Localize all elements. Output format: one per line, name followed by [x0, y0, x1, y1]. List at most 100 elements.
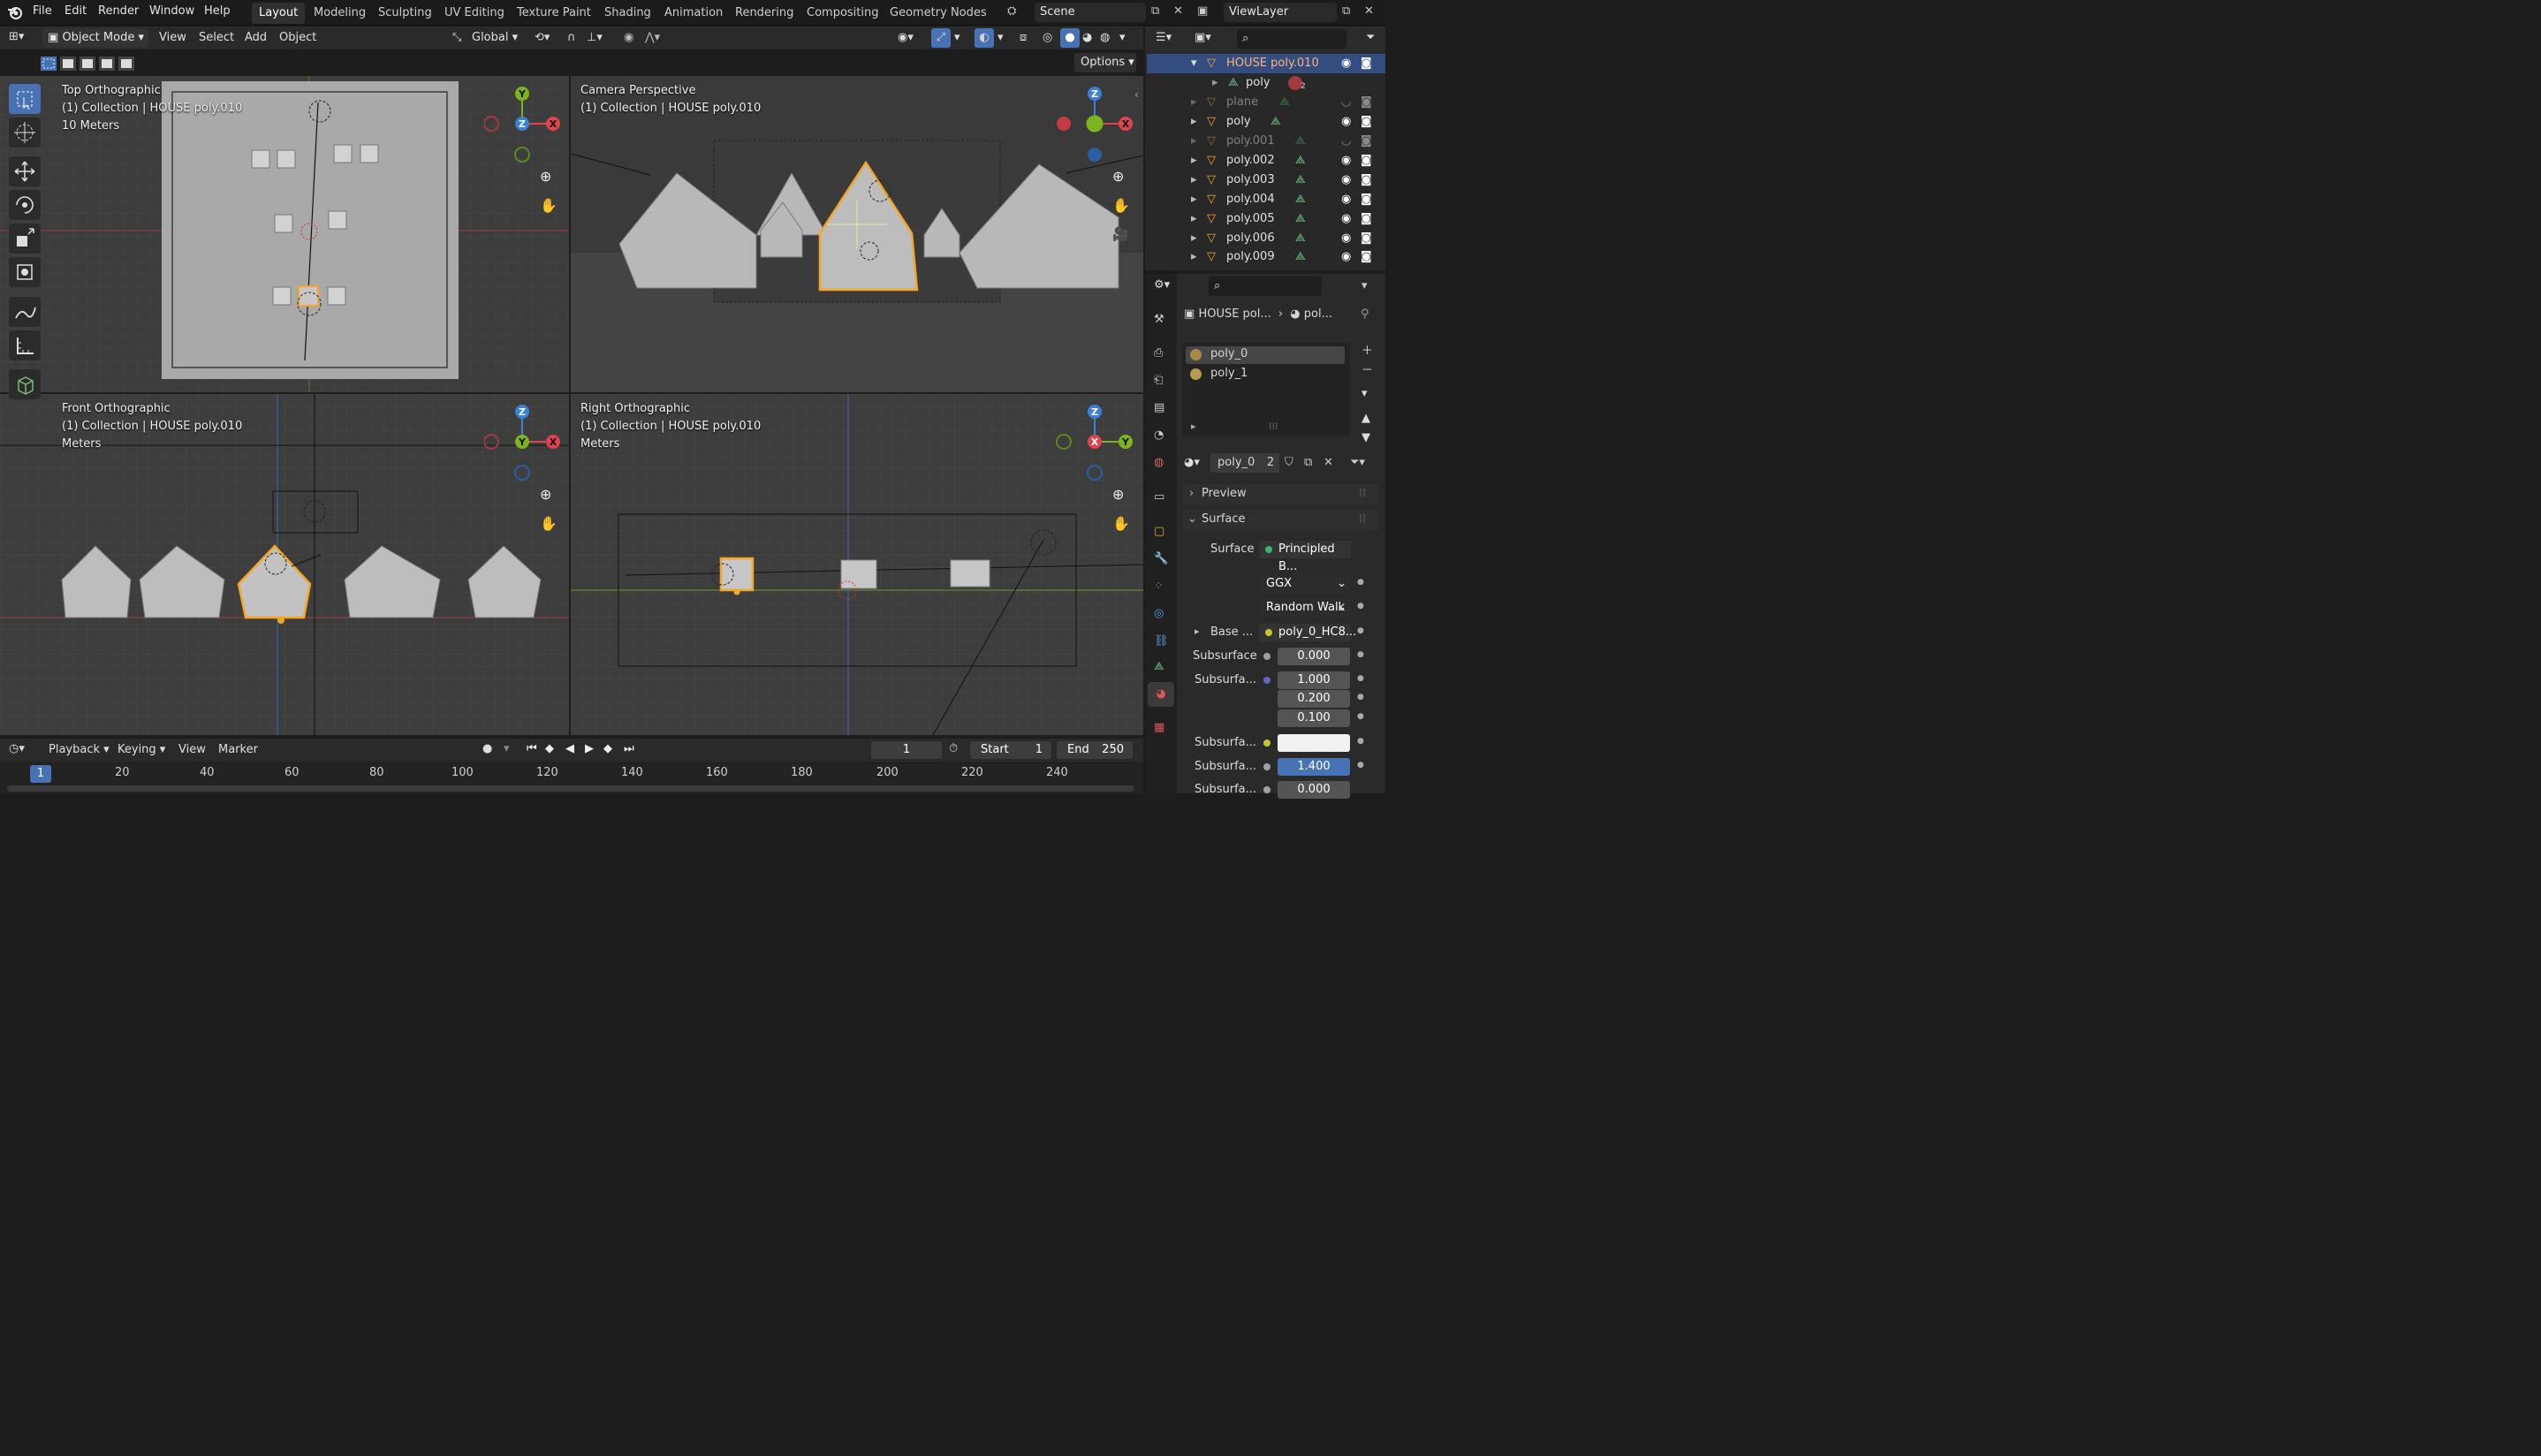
navigation-gizmo-camera[interactable]: Z X: [1055, 85, 1134, 164]
subsurface-ior-field[interactable]: 1.400: [1278, 758, 1350, 776]
cursor-tool[interactable]: [9, 118, 41, 148]
view-layer-field[interactable]: ViewLayer: [1224, 3, 1337, 22]
eye-icon[interactable]: ◉: [1341, 229, 1351, 248]
keyframe-dot-icon[interactable]: ●: [1357, 626, 1364, 635]
keyframe-dot-icon[interactable]: ●: [1357, 712, 1364, 721]
add-cube-tool[interactable]: [9, 369, 41, 399]
eye-icon[interactable]: ◉: [1341, 112, 1351, 132]
camera-render-icon[interactable]: ◙: [1361, 112, 1372, 132]
zoom-icon[interactable]: ⊕: [1112, 486, 1124, 503]
distribution-dropdown[interactable]: GGX ⌄: [1259, 575, 1351, 593]
camera-render-icon[interactable]: ◙: [1361, 190, 1372, 209]
prev-keyframe-icon[interactable]: ◆: [545, 742, 554, 755]
tab-texture-paint[interactable]: Texture Paint: [510, 3, 598, 24]
zoom-icon[interactable]: ⊕: [1112, 168, 1124, 185]
playhead[interactable]: 1: [30, 765, 51, 783]
expand-icon[interactable]: ▾: [1191, 54, 1197, 73]
expand-icon[interactable]: ▸: [1191, 209, 1197, 229]
fake-user-icon[interactable]: ⛉: [1285, 456, 1293, 469]
move-slot-up-icon[interactable]: ▲: [1362, 412, 1370, 425]
menu-file[interactable]: File: [33, 4, 52, 18]
texture-tab-icon[interactable]: ▦: [1154, 721, 1164, 734]
solid-shading-icon[interactable]: ●: [1060, 28, 1080, 48]
menu-render[interactable]: Render: [98, 4, 139, 18]
slot-specials-icon[interactable]: ▾: [1362, 387, 1368, 400]
expand-icon[interactable]: ▸: [1195, 626, 1200, 637]
pan-hand-icon[interactable]: ✋: [540, 197, 558, 214]
display-mode-icon[interactable]: ▣▾: [1195, 31, 1211, 44]
tab-geometry-nodes[interactable]: Geometry Nodes: [883, 3, 994, 24]
menu-add[interactable]: Add: [241, 29, 270, 49]
expand-icon[interactable]: ▸: [1191, 112, 1197, 132]
measure-tool[interactable]: [9, 330, 41, 360]
drag-handle-icon[interactable]: ⁞⁞: [1359, 487, 1366, 500]
material-tab-icon[interactable]: ◕: [1148, 682, 1174, 707]
gizmo-toggle-icon[interactable]: ⤢: [931, 28, 951, 48]
camera-render-icon[interactable]: ◙: [1361, 151, 1372, 171]
tab-layout[interactable]: Layout: [252, 3, 306, 24]
pan-hand-icon[interactable]: ✋: [540, 515, 558, 532]
particles-tab-icon[interactable]: ⁘: [1154, 580, 1164, 593]
scale-tool[interactable]: [9, 224, 41, 254]
user-count[interactable]: 2: [1262, 453, 1279, 473]
tab-shading[interactable]: Shading: [597, 3, 658, 24]
surface-panel-header[interactable]: ⌄ Surface ⁞⁞: [1182, 510, 1378, 531]
record-icon[interactable]: ●: [482, 742, 492, 755]
drag-handle-icon[interactable]: ⁞⁞: [1359, 512, 1366, 526]
clock-icon[interactable]: ⏱: [949, 742, 958, 755]
eye-hidden-icon[interactable]: ◡: [1341, 132, 1351, 151]
view-layer-tab-icon[interactable]: ▤: [1154, 401, 1164, 414]
tab-rendering[interactable]: Rendering: [728, 3, 800, 24]
outliner-search[interactable]: ⌕: [1237, 29, 1346, 49]
new-scene-icon[interactable]: ⧉: [1151, 4, 1159, 18]
rotate-tool[interactable]: [9, 190, 41, 220]
delete-scene-icon[interactable]: ✕: [1173, 4, 1183, 18]
gizmo-dropdown-icon[interactable]: ▾: [954, 31, 960, 44]
render-tab-icon[interactable]: ⎙: [1154, 346, 1163, 360]
options-dropdown[interactable]: Options ▾: [1074, 53, 1136, 72]
duplicate-material-icon[interactable]: ⧉: [1304, 456, 1312, 469]
annotate-tool[interactable]: [9, 297, 41, 327]
timeline-editor-icon[interactable]: ◷▾: [9, 742, 25, 755]
jump-start-icon[interactable]: ⏮: [527, 742, 537, 755]
outliner-row-poly[interactable]: ▸ ▽ poly ⟁ ◉ ◙: [1147, 112, 1385, 132]
camera-render-icon[interactable]: ◙: [1361, 54, 1372, 73]
expand-icon[interactable]: ▸: [1191, 171, 1197, 190]
keyframe-dot-icon[interactable]: ●: [1357, 737, 1364, 746]
eye-icon[interactable]: ◉: [1341, 171, 1351, 190]
camera-render-icon[interactable]: ◙: [1361, 171, 1372, 190]
menu-edit[interactable]: Edit: [64, 4, 87, 18]
zoom-icon[interactable]: ⊕: [540, 486, 551, 503]
tab-uv-editing[interactable]: UV Editing: [437, 3, 512, 24]
link-dropdown-icon[interactable]: ⏷▾: [1350, 456, 1365, 469]
shading-dropdown-icon[interactable]: ▾: [1119, 31, 1126, 44]
xray-icon[interactable]: ⧈: [1020, 31, 1027, 44]
material-slot-poly1[interactable]: poly_1: [1186, 366, 1345, 383]
end-frame-field[interactable]: End 250: [1057, 741, 1133, 759]
filter-icon[interactable]: ⏷: [1366, 31, 1375, 44]
zoom-icon[interactable]: ⊕: [540, 168, 551, 185]
outliner-row-poly-006[interactable]: ▸ ▽ poly.006 ⟁ ◉ ◙: [1147, 229, 1385, 248]
outliner-row-poly-mesh[interactable]: ▸ ⟁ poly 2: [1147, 73, 1385, 93]
jump-end-icon[interactable]: ⏭: [624, 742, 634, 755]
eye-icon[interactable]: ◉: [1341, 209, 1351, 229]
eye-icon[interactable]: ◉: [1341, 247, 1351, 267]
visibility-icon[interactable]: ◉▾: [898, 31, 914, 44]
properties-search[interactable]: ⌕: [1209, 277, 1322, 296]
outliner-row-plane[interactable]: ▸ ▽ plane ⟁ ◡ ◙: [1147, 93, 1385, 112]
overlays-toggle-icon[interactable]: ◐: [975, 28, 994, 48]
transform-tool[interactable]: [9, 257, 41, 287]
move-tool[interactable]: [9, 156, 41, 186]
snap-target-icon[interactable]: ⊥▾: [587, 31, 603, 44]
preview-panel-header[interactable]: › Preview ⁞⁞: [1182, 484, 1378, 505]
expand-icon[interactable]: ▸: [1191, 190, 1197, 209]
list-resize-handle[interactable]: ⁞⁞⁞: [1269, 421, 1278, 432]
keyframe-dot-icon[interactable]: ●: [1357, 602, 1364, 610]
pan-hand-icon[interactable]: ✋: [1112, 197, 1130, 214]
keyframe-dot-icon[interactable]: ●: [1357, 578, 1364, 587]
keyframe-dot-icon[interactable]: ●: [1357, 650, 1364, 659]
expand-icon[interactable]: ▸: [1191, 247, 1197, 267]
timeline-scrollbar[interactable]: [7, 785, 1134, 792]
editor-type-icon[interactable]: ⊞▾: [9, 30, 24, 43]
expand-icon[interactable]: ▸: [1212, 73, 1218, 93]
